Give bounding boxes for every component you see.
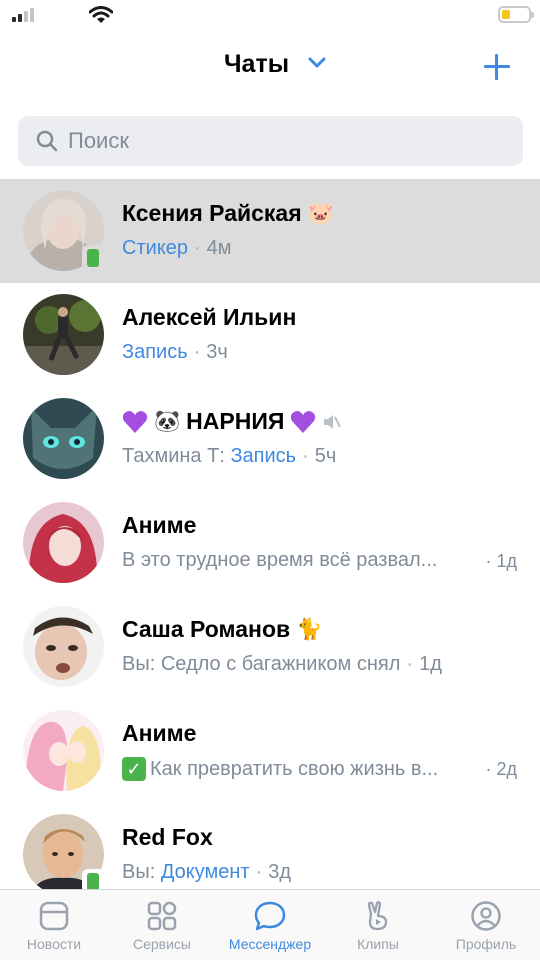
chat-row[interactable]: Аниме В это трудное время всё развал... … — [0, 491, 540, 595]
tab-clips[interactable]: Клипы — [324, 890, 432, 960]
tab-news[interactable]: Новости — [0, 890, 108, 960]
chat-row[interactable]: Ксения Райская 🐷 Стикер · 4м — [0, 179, 540, 283]
chat-time: 1д — [419, 653, 442, 675]
header: Чаты — [0, 34, 540, 100]
chat-name: Red Fox — [122, 824, 213, 850]
search-icon — [36, 130, 58, 152]
chat-name: Ксения Райская 🐷 — [122, 200, 334, 226]
chat-name: 🐼 НАРНИЯ — [122, 408, 342, 435]
purple-heart-icon — [122, 410, 148, 433]
clips-icon — [367, 901, 388, 931]
wifi-icon — [89, 6, 113, 23]
chevron-down-icon — [308, 57, 326, 68]
chat-time: 3д — [268, 861, 292, 883]
status-bar — [0, 0, 540, 34]
tab-label: Мессенджер — [228, 936, 312, 952]
chat-row[interactable]: Алексей Ильин Запись · 3ч — [0, 283, 540, 387]
chat-preview: Вы: Седло с багажником снял · 1д — [122, 653, 442, 675]
chat-preview: Вы: Документ · 3д — [122, 861, 292, 883]
chat-list: Ксения Райская 🐷 Стикер · 4м Алексей Ильин … — [0, 179, 540, 907]
pig-emoji-icon: 🐷 — [307, 201, 334, 225]
panda-emoji-icon: 🐼 — [154, 409, 181, 433]
chat-time: 4м — [206, 237, 232, 259]
chat-row[interactable]: Саша Романов 🐈 Вы: Седло с багажником сня… — [0, 595, 540, 699]
tab-label: Сервисы — [132, 936, 191, 952]
news-icon — [39, 901, 69, 931]
chat-name: Аниме — [122, 512, 197, 538]
chat-time: · 2д — [485, 759, 517, 779]
chat-preview: Запись · 3ч — [122, 341, 228, 363]
avatar — [23, 710, 104, 791]
tab-label: Профиль — [455, 936, 517, 952]
profile-icon — [471, 901, 501, 931]
chat-time: 3ч — [206, 341, 228, 363]
chat-row[interactable]: Аниме ✓ Как превратить свою жизнь в... · … — [0, 699, 540, 803]
check-mark-icon: ✓ — [122, 757, 146, 781]
chat-row[interactable]: 🐼 НАРНИЯ Тахмина Т: Запись · 5ч — [0, 387, 540, 491]
chat-preview: Стикер · 4м — [122, 237, 232, 259]
avatar — [23, 502, 104, 583]
cellular-signal-icon — [12, 8, 34, 22]
chats-title-dropdown[interactable]: Чаты — [0, 50, 540, 79]
chat-preview: В это трудное время всё развал... — [122, 549, 438, 571]
chat-preview: Тахмина Т: Запись · 5ч — [122, 445, 337, 467]
services-icon — [147, 901, 177, 931]
avatar — [23, 606, 104, 687]
avatar — [23, 294, 104, 375]
tab-label: Клипы — [357, 936, 399, 952]
chat-time: 5ч — [314, 445, 337, 467]
tab-bar: Новости Сервисы Мессенджер Клипы Профиль — [0, 889, 540, 960]
search-input[interactable] — [68, 128, 468, 154]
new-chat-button[interactable] — [482, 52, 512, 82]
chat-name: Саша Романов 🐈 — [122, 616, 323, 642]
online-mobile-icon — [82, 245, 104, 271]
tab-profile[interactable]: Профиль — [432, 890, 540, 960]
tab-messenger[interactable]: Мессенджер — [216, 890, 324, 960]
avatar — [23, 398, 104, 479]
page-title: Чаты — [223, 50, 290, 78]
tab-label: Новости — [26, 936, 82, 952]
tab-services[interactable]: Сервисы — [108, 890, 216, 960]
cat-emoji-icon: 🐈 — [296, 617, 323, 641]
chat-preview: ✓ Как превратить свою жизнь в... — [122, 757, 438, 781]
purple-heart-icon — [291, 410, 316, 433]
muted-icon — [324, 414, 342, 429]
search-bar[interactable] — [18, 116, 523, 166]
chat-time: · 1д — [485, 551, 517, 571]
messenger-icon — [254, 901, 286, 931]
chat-name: Алексей Ильин — [122, 304, 297, 330]
chat-name: Аниме — [122, 720, 197, 746]
battery-icon — [498, 6, 534, 23]
